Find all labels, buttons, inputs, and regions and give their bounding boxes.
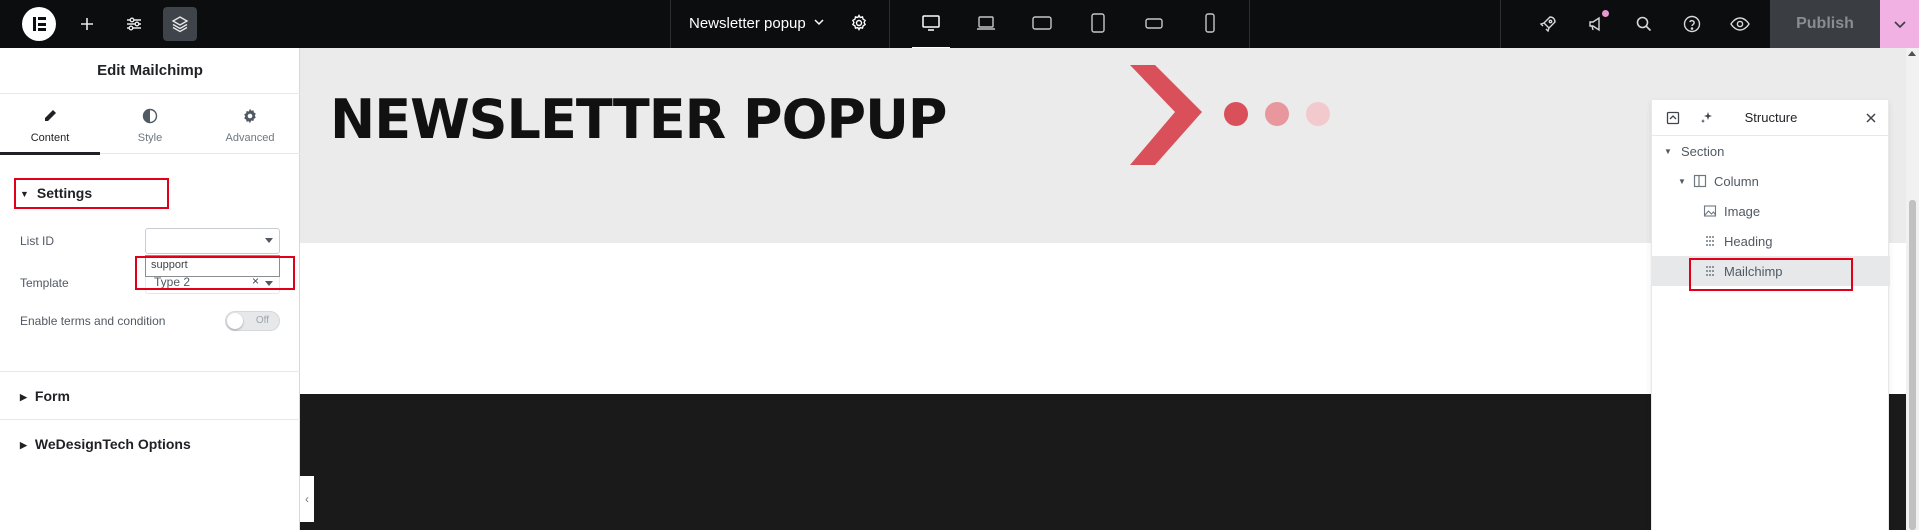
tab-content[interactable]: Content <box>0 94 100 155</box>
page-settings-gear-icon[interactable] <box>849 13 869 36</box>
caret-down-icon[interactable]: ▼ <box>1678 177 1686 186</box>
tab-style-label: Style <box>137 132 163 144</box>
site-settings-icon[interactable] <box>117 7 151 41</box>
divider <box>889 0 890 48</box>
divider <box>1500 0 1501 48</box>
half-circle-icon <box>140 106 160 126</box>
publish-options-chevron-icon[interactable] <box>1880 0 1919 48</box>
gear-icon <box>240 106 260 126</box>
rocket-icon[interactable] <box>1536 12 1560 36</box>
toggle-knob <box>227 313 243 329</box>
collapse-panel-chevron-icon[interactable]: ‹ <box>300 476 314 522</box>
document-title[interactable]: Newsletter popup <box>689 15 806 32</box>
laptop-device-icon[interactable] <box>973 12 999 34</box>
editor-panel: Edit Mailchimp Content Style Advanced ▼ … <box>0 48 300 530</box>
structure-layers-icon[interactable] <box>163 7 197 41</box>
structure-item-label: Column <box>1714 174 1759 189</box>
add-element-icon[interactable] <box>70 7 104 41</box>
divider <box>0 371 300 372</box>
scrollbar-thumb[interactable] <box>1909 200 1916 530</box>
pencil-icon <box>40 106 60 126</box>
tab-advanced-label: Advanced <box>225 132 275 144</box>
structure-header: Structure <box>1652 100 1890 136</box>
highlight-box <box>14 178 169 209</box>
highlight-box <box>1689 258 1853 291</box>
template-label: Template <box>20 276 69 290</box>
structure-item-section[interactable]: ▼ Section <box>1652 136 1890 166</box>
form-section-toggle[interactable]: ▶ Form <box>20 388 70 404</box>
tablet-landscape-icon[interactable] <box>1029 12 1055 34</box>
column-icon <box>1692 173 1708 189</box>
tab-advanced[interactable]: Advanced <box>200 94 300 154</box>
tab-style[interactable]: Style <box>100 94 200 154</box>
tablet-portrait-icon[interactable] <box>1085 12 1111 34</box>
scroll-up-arrow-icon[interactable] <box>1908 51 1916 56</box>
close-icon[interactable] <box>1862 109 1880 127</box>
grid-dots-icon <box>1702 233 1718 249</box>
newsletter-heading[interactable]: NEWSLETTER POPUP <box>330 88 947 151</box>
highlight-box <box>135 256 295 290</box>
mobile-portrait-icon[interactable] <box>1197 12 1223 34</box>
mobile-landscape-icon[interactable] <box>1141 12 1167 34</box>
top-bar: Newsletter popup Publish <box>0 0 1919 50</box>
dots-graphic <box>1224 102 1330 126</box>
wedesigntech-section-label: WeDesignTech Options <box>34 436 191 452</box>
canvas-scrollbar[interactable] <box>1906 48 1919 530</box>
toggle-state-label: Off <box>255 315 269 326</box>
help-icon[interactable] <box>1680 12 1704 36</box>
chevron-arrow-graphic <box>1130 65 1202 165</box>
search-icon[interactable] <box>1632 12 1656 36</box>
structure-item-heading[interactable]: Heading <box>1652 226 1890 256</box>
editor-root: Newsletter popup Publish Edit Mailchimp … <box>0 0 1919 530</box>
structure-item-column[interactable]: ▼ Column <box>1652 166 1890 196</box>
notification-dot <box>1602 10 1609 17</box>
document-and-device-bar: Newsletter popup <box>670 0 1250 50</box>
structure-panel: Structure ▼ Section ▼ Column Image Headi… <box>1651 100 1890 530</box>
form-section-label: Form <box>34 388 70 404</box>
image-icon <box>1702 203 1718 219</box>
list-id-label: List ID <box>20 234 55 248</box>
preview-eye-icon[interactable] <box>1728 12 1752 36</box>
elementor-logo-icon[interactable] <box>22 7 56 41</box>
panel-title: Edit Mailchimp <box>0 48 300 94</box>
structure-item-label: Heading <box>1724 234 1773 249</box>
caret-down-icon[interactable]: ▼ <box>1664 147 1672 156</box>
desktop-device-icon[interactable] <box>912 12 950 50</box>
caret-right-icon: ▶ <box>20 440 27 450</box>
wedesigntech-section-toggle[interactable]: ▶ WeDesignTech Options <box>20 436 191 452</box>
structure-item-image[interactable]: Image <box>1652 196 1890 226</box>
caret-right-icon: ▶ <box>20 392 27 402</box>
list-id-select[interactable] <box>145 228 280 254</box>
panel-tabs: Content Style Advanced <box>0 94 300 155</box>
structure-item-label: Image <box>1724 204 1761 219</box>
terms-label: Enable terms and condition <box>20 314 166 328</box>
tab-content-label: Content <box>30 132 70 144</box>
structure-item-label: Section <box>1681 144 1725 159</box>
publish-button[interactable]: Publish <box>1770 0 1880 48</box>
chevron-down-icon[interactable] <box>811 14 827 33</box>
structure-title: Structure <box>1744 110 1798 125</box>
terms-toggle[interactable]: Off <box>225 311 280 331</box>
divider <box>0 419 300 420</box>
dropdown-caret-icon <box>265 238 273 243</box>
